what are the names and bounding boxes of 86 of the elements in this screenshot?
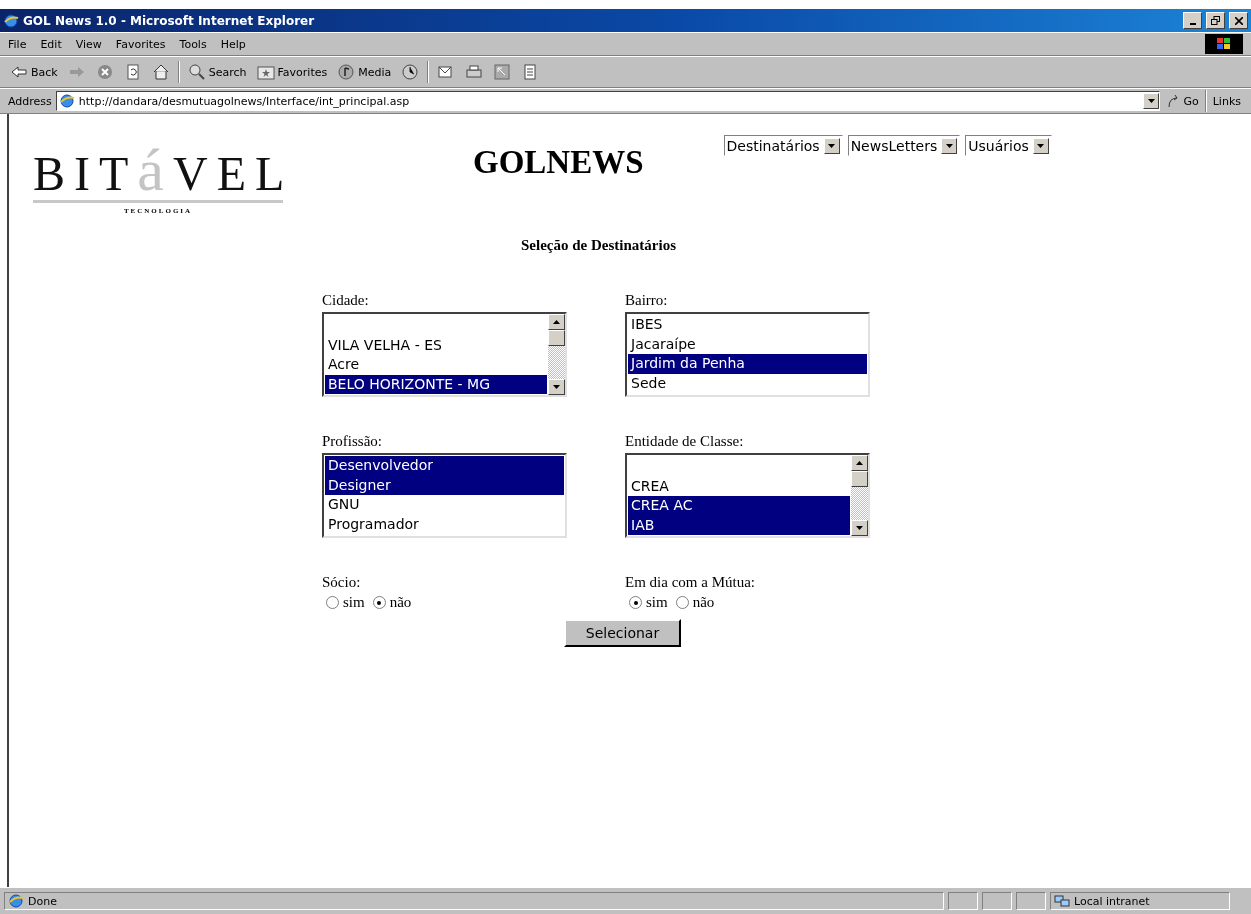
menu-item[interactable]: Edit [40,37,62,51]
scroll-thumb[interactable] [548,330,565,346]
radio-option[interactable]: não [372,594,412,611]
up-arrow-icon [553,320,560,324]
go-arrow-icon [1166,94,1181,108]
list-option[interactable]: Designer [325,475,564,495]
select-button[interactable]: Selecionar [564,619,681,647]
minimize-icon [1189,22,1196,25]
back-button[interactable]: Back [8,61,60,83]
scroll-thumb[interactable] [851,471,868,487]
restore-button[interactable] [1206,12,1225,29]
list-option[interactable]: Jardim da Penha [628,354,867,374]
list-option[interactable]: CREA AC [628,496,850,516]
section-heading: Seleção de Destinatários [521,237,676,254]
list-box[interactable]: CREA CREA AC IAB [625,453,870,538]
list-option[interactable]: IBES [628,315,867,335]
nav-dropdown[interactable]: Usuários [965,135,1052,156]
address-label: Address [8,94,52,108]
radio-option[interactable]: sim [629,594,668,611]
windows-logo-icon [1205,34,1243,54]
favorites-button[interactable]: Favorites [254,61,330,83]
list-option[interactable]: Acre [325,355,547,375]
status-panel [1016,892,1046,910]
radio-option[interactable]: sim [326,594,365,611]
scrollbar[interactable] [851,455,868,536]
list-box[interactable]: IBES Jacaraípe Jardim da Penha Sede [625,312,870,397]
close-button[interactable] [1229,12,1248,29]
close-icon [1234,16,1243,25]
status-panel [948,892,978,910]
site-title: GOLNEWS [473,144,644,181]
list-box[interactable]: VILA VELHA - ES Acre BELO HORIZONTE - MG [322,312,567,397]
field-label: Bairro: [625,292,669,309]
list-option[interactable]: CREA [628,476,850,496]
back-arrow-icon [10,63,28,81]
scrollbar[interactable] [548,314,565,395]
list-option[interactable]: VILA VELHA - ES [325,335,547,355]
menu-item[interactable]: Tools [179,37,207,51]
address-field[interactable]: http://dandara/desmutuagolnews/Interface/int_principal.asp [55,91,1161,111]
media-button[interactable]: Media [335,61,394,83]
edit-icon [493,63,512,81]
clock-icon [401,63,420,81]
field-label: Em dia com a Mútua: [625,574,756,591]
restore-icon [1211,16,1220,25]
status-text: Done [4,892,944,910]
list-option[interactable]: Desenvolvedor [325,456,564,476]
window-title: GOL News 1.0 - Microsoft Internet Explorer [23,13,316,28]
list-option[interactable]: IAB [628,515,850,535]
menu-item[interactable]: View [75,37,102,51]
list-option[interactable]: GNU [325,495,564,515]
status-panel [982,892,1012,910]
media-icon [337,63,356,81]
links-button[interactable]: Links [1210,90,1243,112]
down-arrow-icon [1037,143,1045,148]
up-arrow-icon [856,461,863,465]
down-arrow-icon [945,143,953,148]
menu-item[interactable]: File [8,37,27,51]
globe-icon [8,893,24,909]
field-label: Entidade de Classe: [625,433,745,450]
menu-item[interactable]: Help [220,37,246,51]
down-arrow-icon [856,526,863,530]
down-arrow-icon [828,143,836,148]
list-option[interactable]: Jacaraípe [628,334,867,354]
stop-icon [95,63,114,81]
minimize-button[interactable] [1183,12,1202,29]
down-arrow-icon [1147,99,1155,103]
search-icon [187,63,206,81]
down-arrow-icon [553,385,560,389]
printer-icon [465,63,484,81]
zone-indicator: Local intranet [1050,892,1230,910]
field-label: Profissão: [322,433,383,450]
list-option[interactable]: Sede [628,373,867,393]
nav-dropdown[interactable]: NewsLetters [847,135,961,156]
menu-item[interactable]: Favorites [115,37,166,51]
radio-option[interactable]: não [675,594,715,611]
field-label: Cidade: [322,292,370,309]
globe-icon [3,12,19,29]
globe-icon [58,93,75,109]
field-label: Sócio: [322,574,362,591]
network-icon [1054,894,1070,908]
list-option[interactable]: Programador [325,514,564,534]
nav-dropdown[interactable]: Destinatários [723,135,843,156]
list-option[interactable]: BELO HORIZONTE - MG [325,374,547,394]
go-button[interactable]: Go [1164,90,1201,112]
home-icon [151,63,170,81]
search-button[interactable]: Search [185,61,249,83]
list-box[interactable]: Desenvolvedor Designer GNU Programador [322,453,567,538]
